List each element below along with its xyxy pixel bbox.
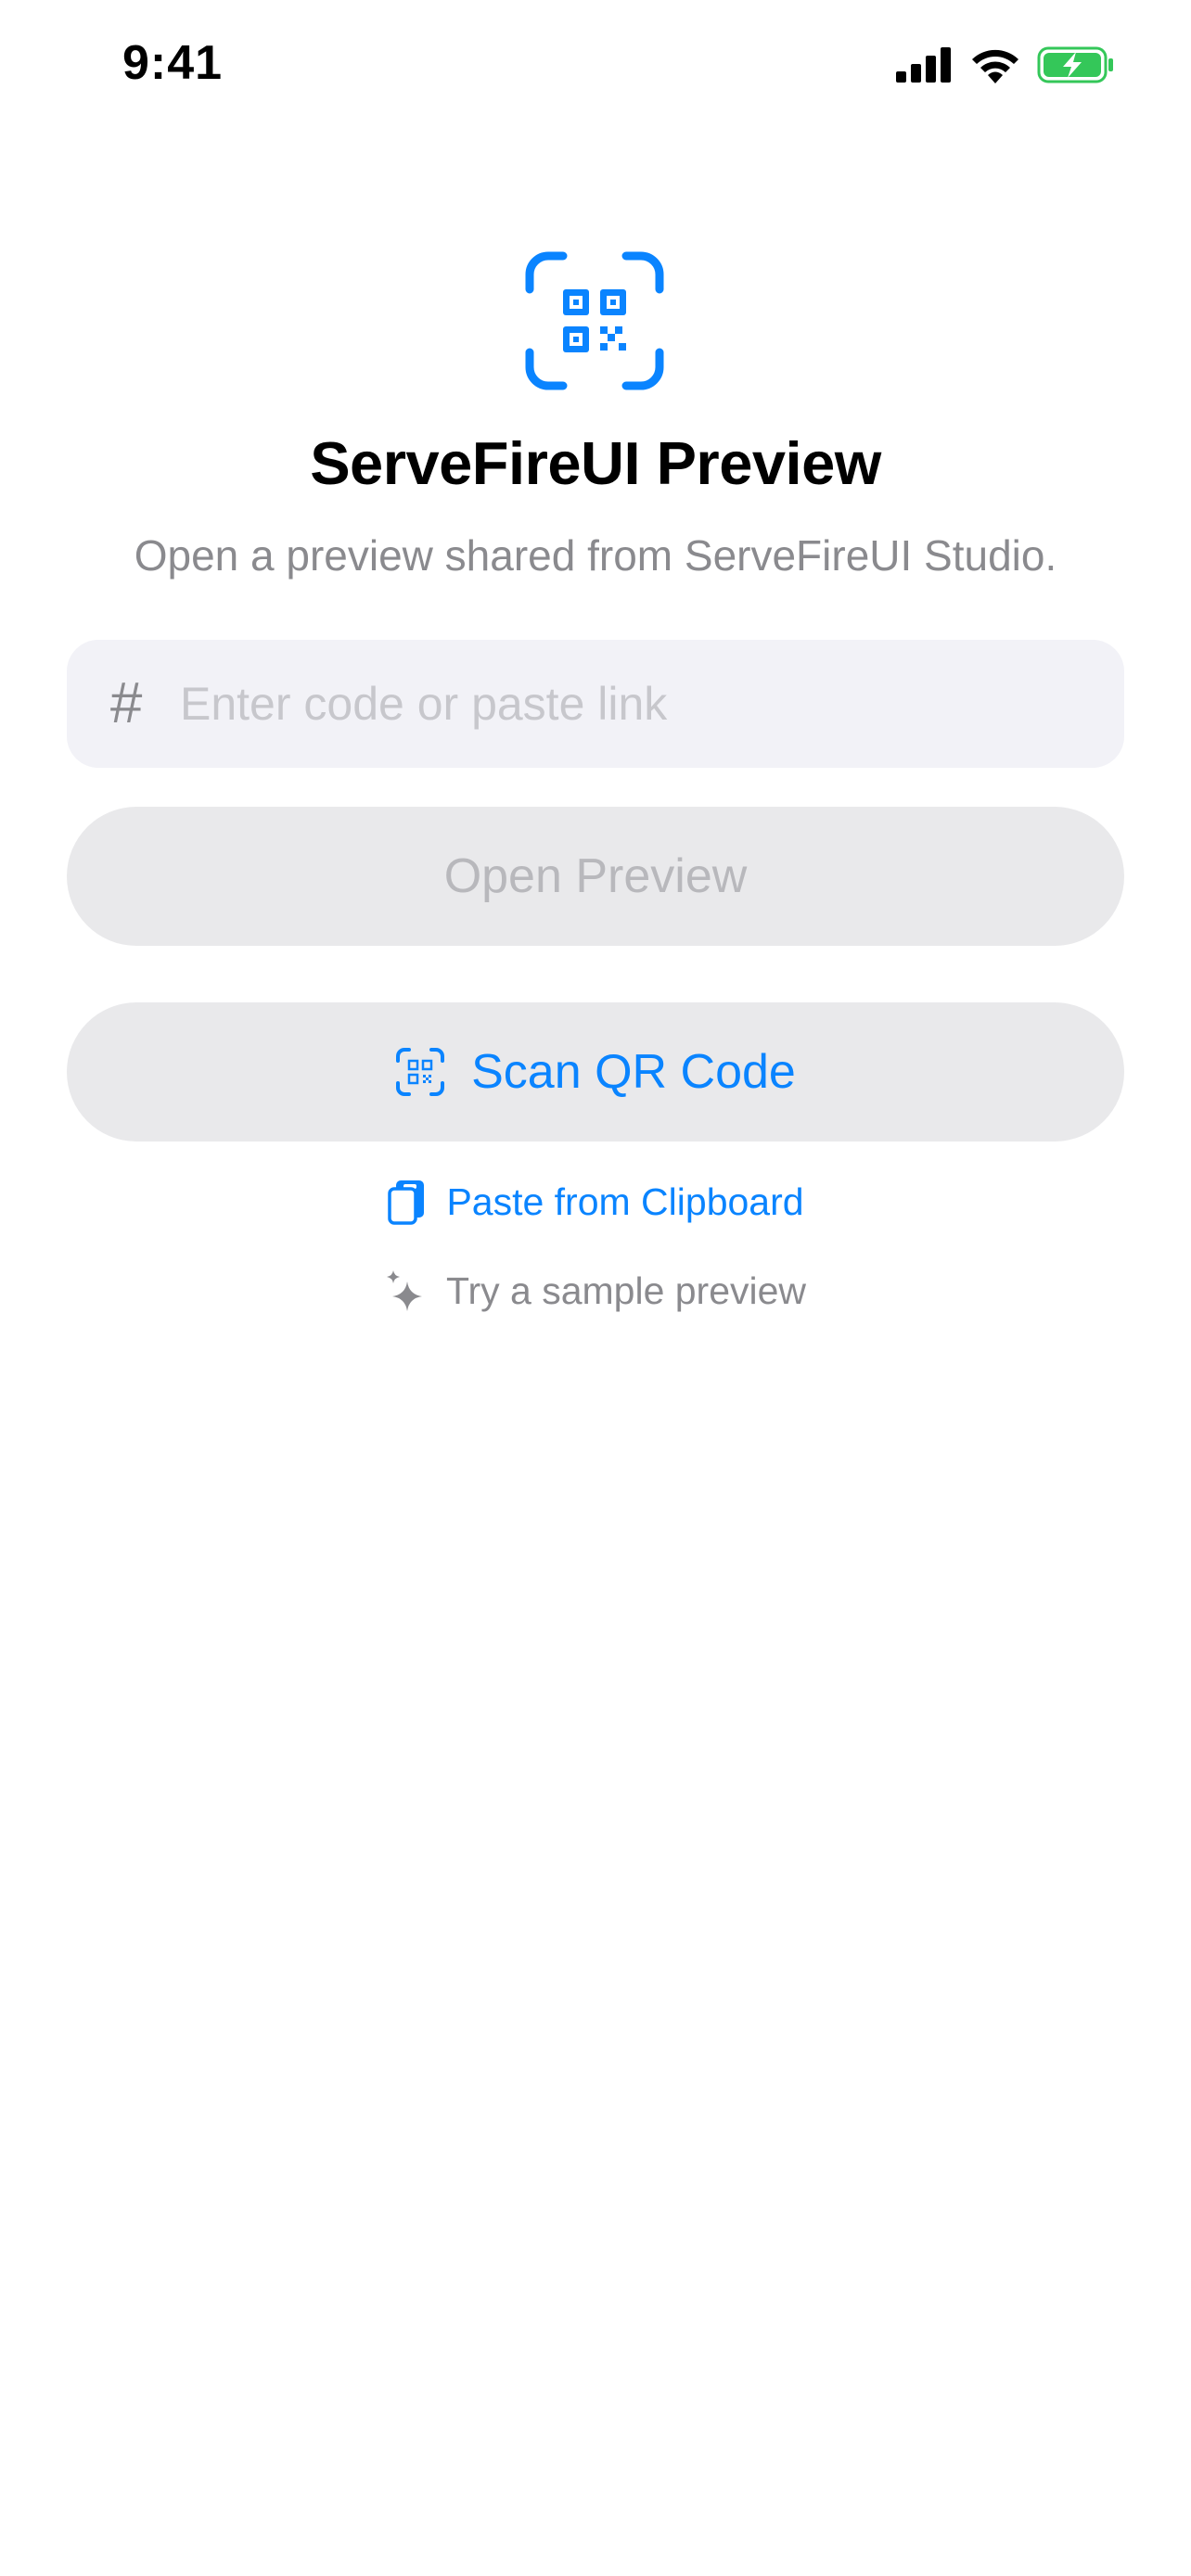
- wifi-icon: [970, 46, 1020, 88]
- open-preview-button[interactable]: Open Preview: [67, 807, 1124, 946]
- paste-from-clipboard-button[interactable]: Paste from Clipboard: [0, 1174, 1191, 1230]
- sample-label: Try a sample preview: [445, 1269, 807, 1312]
- page-title: ServeFireUI Preview: [310, 429, 881, 497]
- code-input[interactable]: [180, 640, 1098, 768]
- status-bar: 9:41: [0, 0, 1191, 139]
- battery-charging-icon: [1037, 46, 1115, 88]
- try-sample-button[interactable]: Try a sample preview: [0, 1263, 1191, 1319]
- code-input-field[interactable]: #: [67, 640, 1124, 768]
- cellular-signal-icon: [896, 47, 954, 87]
- qr-scanner-icon: [395, 1047, 445, 1097]
- sparkles-icon: [385, 1269, 426, 1313]
- status-time: 9:41: [122, 36, 224, 90]
- scan-qr-label: Scan QR Code: [471, 1045, 796, 1099]
- open-preview-label: Open Preview: [443, 849, 748, 903]
- status-icons: [896, 46, 1115, 88]
- number-sign-icon: #: [109, 671, 142, 735]
- paste-label: Paste from Clipboard: [446, 1180, 804, 1223]
- clipboard-icon: [387, 1179, 426, 1225]
- scan-qr-button[interactable]: Scan QR Code: [67, 1002, 1124, 1141]
- page-subtitle: Open a preview shared from ServeFireUI S…: [134, 531, 1057, 580]
- qr-scanner-icon: [524, 250, 665, 391]
